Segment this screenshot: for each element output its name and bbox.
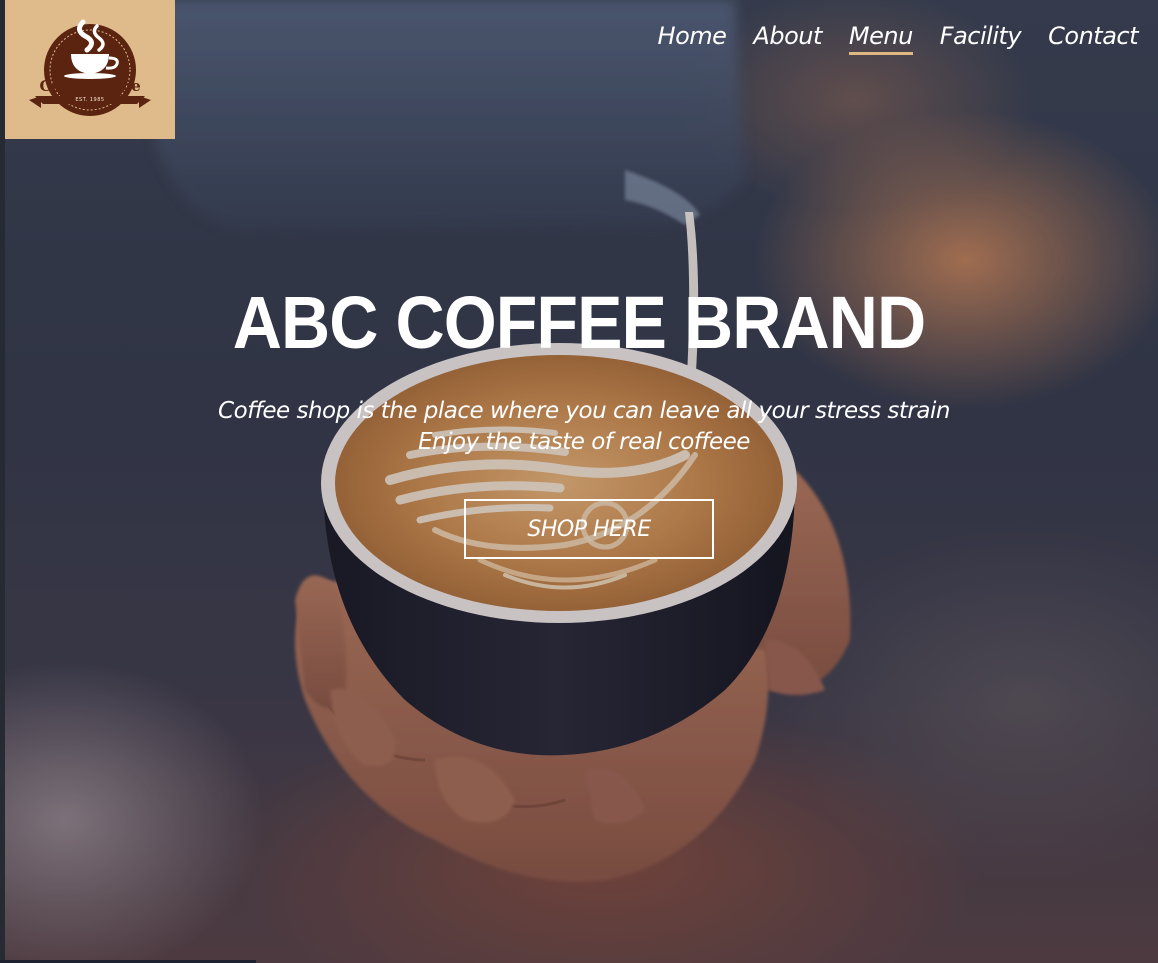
- hero-overlay: [5, 0, 1158, 963]
- left-edge-bar: [0, 0, 5, 963]
- hero-title: ABC COFFEE BRAND: [232, 281, 926, 364]
- nav-item-facility[interactable]: Facility: [940, 22, 1022, 53]
- nav-item-home[interactable]: Home: [658, 22, 727, 53]
- logo-tagline: EST. 1985: [75, 97, 105, 103]
- nav-item-contact[interactable]: Contact: [1048, 22, 1138, 53]
- landing-page: Coffee Place EST. 1985 Home About Menu F…: [0, 0, 1158, 963]
- hero-subtitle-line-2: Enjoy the taste of real coffeee: [418, 429, 750, 455]
- nav-item-menu[interactable]: Menu: [848, 22, 913, 55]
- hero-subtitle-line-1: Coffee shop is the place where you can l…: [218, 398, 950, 424]
- coffee-cup-logo-icon: [29, 19, 151, 116]
- logo[interactable]: Coffee Place EST. 1985: [5, 0, 175, 139]
- hero-subtitle: Coffee shop is the place where you can l…: [0, 396, 1158, 458]
- nav-item-about[interactable]: About: [753, 22, 822, 53]
- shop-here-button[interactable]: SHOP HERE: [464, 499, 714, 559]
- main-nav: Home About Menu Facility Contact: [658, 22, 1138, 55]
- logo-name: Coffee Place: [39, 77, 141, 95]
